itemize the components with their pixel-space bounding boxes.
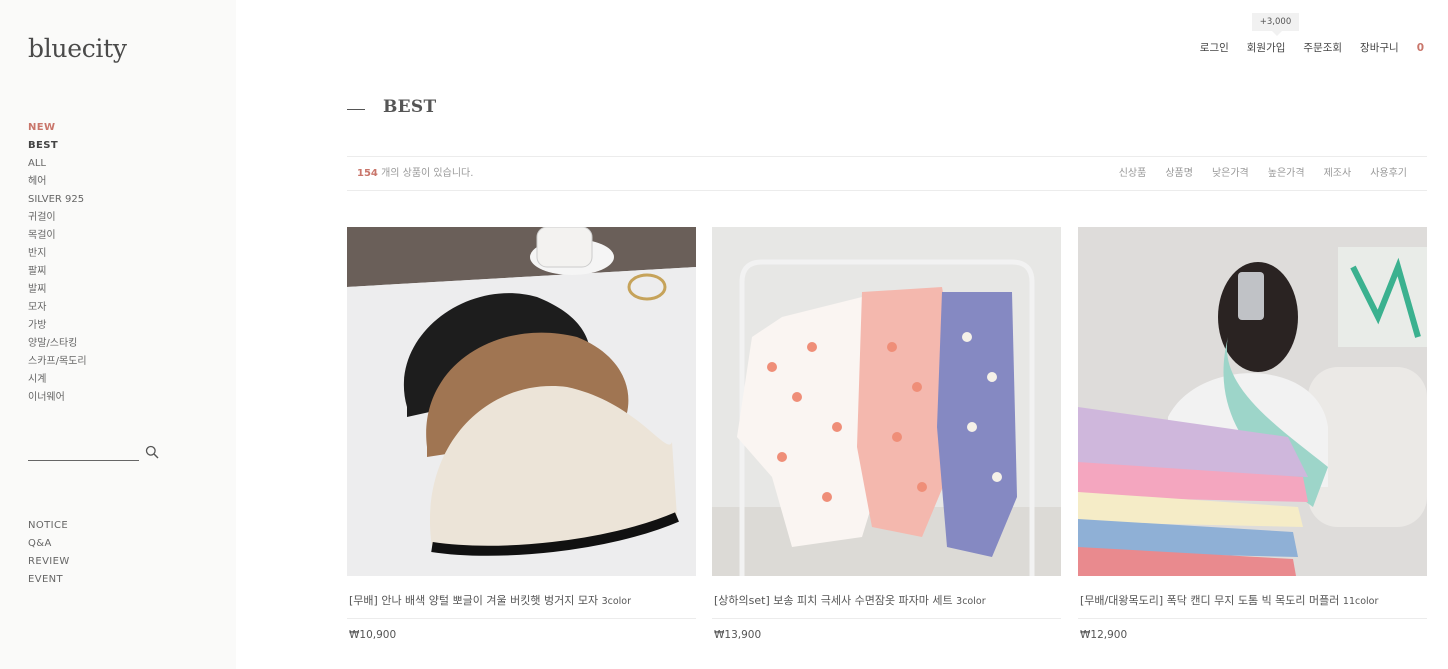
product-name[interactable]: [상하의set] 보송 피치 극세사 수면잠옷 파자마 세트 3color <box>712 592 1061 610</box>
divider <box>1078 618 1427 619</box>
category-new[interactable]: NEW <box>28 119 87 137</box>
category-hair[interactable]: 헤어 <box>28 173 87 191</box>
sidebar: bluecity NEW BEST ALL 헤어 SILVER 925 귀걸이 … <box>0 0 236 669</box>
login-link[interactable]: 로그인 <box>1200 40 1229 55</box>
sort-maker[interactable]: 제조사 <box>1324 157 1352 190</box>
product-title: [무배] 안나 배색 양털 뽀글이 겨울 버킷햇 벙거지 모자 <box>349 594 599 607</box>
sort-low-price[interactable]: 낮은가격 <box>1212 157 1249 190</box>
sort-newest[interactable]: 신상품 <box>1119 157 1147 190</box>
sidebar-search <box>28 444 159 462</box>
product-image-scarves[interactable] <box>1078 227 1427 576</box>
cart-count: 0 <box>1416 42 1424 54</box>
product-price: ₩12,900 <box>1080 629 1128 641</box>
category-watch[interactable]: 시계 <box>28 371 87 389</box>
category-scarf[interactable]: 스카프/목도리 <box>28 353 87 371</box>
divider <box>712 618 1061 619</box>
product-color-count: 11color <box>1342 596 1379 607</box>
product-count-number: 154 <box>357 168 378 179</box>
category-anklet[interactable]: 발찌 <box>28 281 87 299</box>
category-innerwear[interactable]: 이너웨어 <box>28 389 87 407</box>
sort-name[interactable]: 상품명 <box>1165 157 1193 190</box>
cart-link[interactable]: 장바구니 0 <box>1360 40 1424 55</box>
board-qna[interactable]: Q&A <box>28 535 70 553</box>
category-ring[interactable]: 반지 <box>28 245 87 263</box>
category-hat[interactable]: 모자 <box>28 299 87 317</box>
product-count-suffix: 개의 상품이 있습니다. <box>381 168 474 179</box>
category-necklace[interactable]: 목걸이 <box>28 227 87 245</box>
board-list: NOTICE Q&A REVIEW EVENT <box>28 517 70 589</box>
sort-review[interactable]: 사용후기 <box>1370 157 1407 190</box>
cart-label: 장바구니 <box>1360 42 1399 54</box>
product-name[interactable]: [무배] 안나 배색 양털 뽀글이 겨울 버킷햇 벙거지 모자 3color <box>347 592 696 610</box>
product-count: 154 개의 상품이 있습니다. <box>357 157 473 190</box>
product-card[interactable]: [무배/대왕목도리] 폭닥 캔디 무지 도톰 빅 목도리 머플러 11color… <box>1078 227 1427 641</box>
sort-high-price[interactable]: 높은가격 <box>1268 157 1305 190</box>
product-name[interactable]: [무배/대왕목도리] 폭닥 캔디 무지 도톰 빅 목도리 머플러 11color <box>1078 592 1427 610</box>
order-lookup-link[interactable]: 주문조회 <box>1303 40 1342 55</box>
divider <box>347 618 696 619</box>
category-silver[interactable]: SILVER 925 <box>28 191 87 209</box>
top-nav: 로그인 회원가입 주문조회 장바구니 0 <box>1182 40 1424 55</box>
product-price: ₩10,900 <box>349 629 397 641</box>
product-image-bucket-hats[interactable] <box>347 227 696 576</box>
sort-options: 신상품 상품명 낮은가격 높은가격 제조사 사용후기 <box>1100 157 1407 190</box>
board-event[interactable]: EVENT <box>28 571 70 589</box>
join-point-badge: +3,000 <box>1252 13 1299 36</box>
product-card[interactable]: [무배] 안나 배색 양털 뽀글이 겨울 버킷햇 벙거지 모자 3color ₩… <box>347 227 696 641</box>
sort-bar: 154 개의 상품이 있습니다. 신상품 상품명 낮은가격 높은가격 제조사 사… <box>347 156 1427 191</box>
search-icon[interactable] <box>145 445 159 459</box>
product-price: ₩13,900 <box>714 629 762 641</box>
category-bracelet[interactable]: 팔찌 <box>28 263 87 281</box>
category-bag[interactable]: 가방 <box>28 317 87 335</box>
logo[interactable]: bluecity <box>28 34 127 63</box>
page-title: BEST <box>383 97 437 117</box>
board-notice[interactable]: NOTICE <box>28 517 70 535</box>
category-list: NEW BEST ALL 헤어 SILVER 925 귀걸이 목걸이 반지 팔찌… <box>28 119 87 407</box>
category-all[interactable]: ALL <box>28 155 87 173</box>
product-color-count: 3color <box>956 596 986 607</box>
product-title: [무배/대왕목도리] 폭닥 캔디 무지 도톰 빅 목도리 머플러 <box>1080 594 1340 607</box>
product-image-pajamas[interactable] <box>712 227 1061 576</box>
category-best[interactable]: BEST <box>28 137 87 155</box>
join-link[interactable]: 회원가입 <box>1247 40 1286 55</box>
product-title: [상하의set] 보송 피치 극세사 수면잠옷 파자마 세트 <box>714 594 953 607</box>
title-dash <box>347 109 365 110</box>
product-color-count: 3color <box>601 596 632 607</box>
category-earrings[interactable]: 귀걸이 <box>28 209 87 227</box>
product-card[interactable]: [상하의set] 보송 피치 극세사 수면잠옷 파자마 세트 3color ₩1… <box>712 227 1061 641</box>
category-socks[interactable]: 양말/스타킹 <box>28 335 87 353</box>
board-review[interactable]: REVIEW <box>28 553 70 571</box>
search-input[interactable] <box>28 460 139 461</box>
